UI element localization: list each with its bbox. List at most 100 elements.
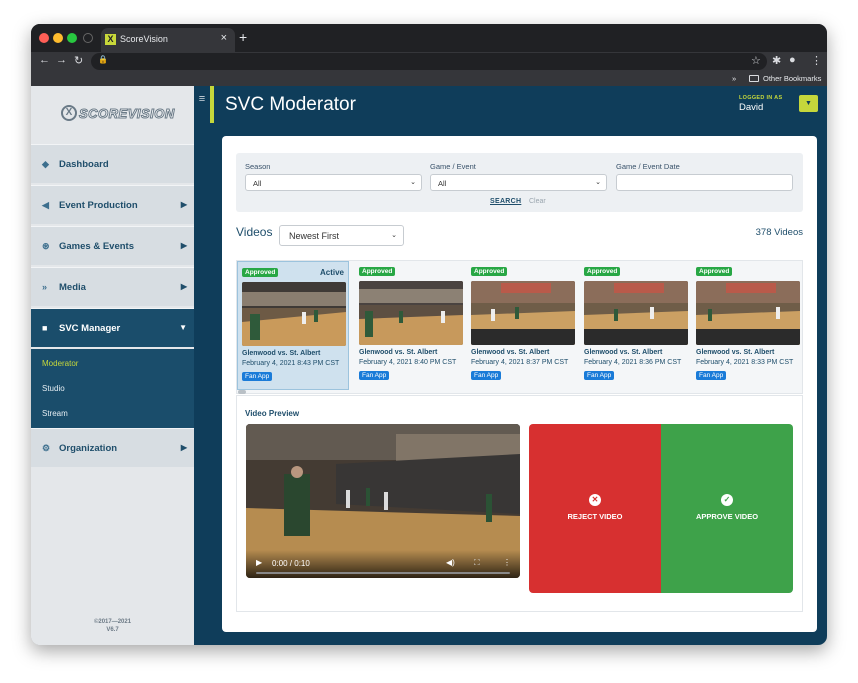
video-date: February 4, 2021 8:33 PM CST (696, 359, 794, 366)
reject-video-button[interactable]: ✕ REJECT VIDEO (529, 424, 661, 593)
forward-icon[interactable]: → (56, 54, 67, 66)
submenu-item-stream[interactable]: Stream (42, 409, 68, 418)
caret-right-icon: ▶ (180, 200, 187, 209)
extensions-icon[interactable]: ✱ (772, 54, 781, 67)
hamburger-icon[interactable]: ≡ (197, 93, 207, 105)
lock-icon: 🔒 (98, 55, 108, 64)
logo-text: SCOREVISION (79, 106, 175, 122)
browser-window: X ScoreVision × + ← → ↻ 🔒 ☆ ✱ ● ⋮ » Othe… (31, 24, 827, 645)
scorevision-favicon-icon: X (105, 34, 116, 45)
copyright-years: ©2017—2021 (93, 619, 132, 625)
video-date: February 4, 2021 8:43 PM CST (242, 360, 340, 367)
submenu-item-moderator[interactable]: Moderator (42, 359, 78, 368)
more-options-icon[interactable]: ⋮ (503, 558, 511, 567)
copyright: ©2017—2021 V6.7 (31, 618, 194, 634)
reload-icon[interactable]: ↻ (74, 54, 83, 67)
address-bar[interactable]: 🔒 (91, 53, 767, 70)
active-label: Active (319, 268, 344, 277)
video-preview-label: Video Preview (245, 409, 300, 418)
tab-close-icon[interactable]: × (221, 32, 227, 44)
source-badge: Fan App (242, 372, 273, 381)
version: V6.7 (106, 627, 119, 633)
horizontal-scrollbar[interactable] (238, 390, 246, 394)
video-controls: ▶ 0:00 / 0:10 ◀) ⛶ ⋮ (246, 550, 520, 578)
sidebar-item-games-events[interactable]: ⊛ Games & Events ▶ (31, 226, 194, 265)
caret-down-icon: ▼ (179, 323, 187, 332)
video-thumbnail-card[interactable]: Approved Glenwood vs. St. Albert Februar… (355, 261, 467, 390)
sidebar-item-event-production[interactable]: ◀ Event Production ▶ (31, 185, 194, 224)
sidebar-item-label: Games & Events (59, 241, 134, 252)
sidebar-item-dashboard[interactable]: ◆ Dashboard (31, 144, 194, 183)
clear-link[interactable]: Clear (529, 198, 546, 205)
video-thumbnail-card[interactable]: Approved Glenwood vs. St. Albert Februar… (580, 261, 692, 390)
svc-submenu: Moderator Studio Stream (31, 349, 194, 428)
video-progress-bar[interactable] (256, 572, 510, 574)
sidebar-item-label: SVC Manager (59, 323, 121, 334)
video-title: Glenwood vs. St. Albert (584, 349, 663, 356)
video-title: Glenwood vs. St. Albert (696, 349, 775, 356)
ball-icon: ⊛ (42, 241, 50, 251)
minimize-window-button[interactable] (53, 33, 63, 43)
fullscreen-icon[interactable]: ⛶ (474, 558, 480, 568)
season-select-value: All (253, 179, 262, 188)
dashboard-icon: ◆ (42, 159, 49, 169)
bookmarks-overflow-icon[interactable]: » (732, 74, 736, 83)
video-thumbnail-card[interactable]: Approved Active Glenwood vs. St. Albert … (237, 261, 349, 390)
folder-icon (749, 75, 759, 82)
tab-title: ScoreVision (120, 34, 168, 44)
video-thumbnail-strip: Approved Active Glenwood vs. St. Albert … (236, 260, 803, 394)
volume-icon[interactable]: ◀) (446, 558, 455, 567)
source-badge: Fan App (359, 371, 390, 380)
video-thumbnail-card[interactable]: Approved Glenwood vs. St. Albert Februar… (467, 261, 579, 390)
sidebar: X SCOREVISION ◆ Dashboard ◀ Event Produc… (31, 86, 194, 645)
moderator-card: Season All ⌄ Game / Event All ⌄ Game / E… (222, 136, 817, 632)
sidebar-item-organization[interactable]: ⚙ Organization ▶ (31, 428, 194, 467)
sidebar-item-media[interactable]: » Media ▶ (31, 267, 194, 306)
media-icon: » (42, 282, 48, 292)
video-player[interactable]: ▶ 0:00 / 0:10 ◀) ⛶ ⋮ (246, 424, 520, 578)
video-thumbnail-card[interactable]: Approved Glenwood vs. St. Albert Februar… (692, 261, 804, 390)
sidebar-item-svc-manager[interactable]: ■ SVC Manager ▼ (31, 308, 194, 347)
profile-icon[interactable]: ● (789, 54, 796, 66)
submenu-item-studio[interactable]: Studio (42, 384, 65, 393)
season-select[interactable]: All ⌄ (245, 174, 422, 191)
date-input[interactable] (616, 174, 793, 191)
play-icon[interactable]: ▶ (256, 558, 262, 567)
video-title: Glenwood vs. St. Albert (242, 350, 321, 357)
close-window-button[interactable] (39, 33, 49, 43)
browser-tab[interactable]: X ScoreVision × (101, 28, 235, 52)
date-label: Game / Event Date (616, 162, 680, 171)
status-badge: Approved (471, 267, 508, 276)
video-count: 378 Videos (755, 227, 803, 238)
status-badge: Approved (359, 267, 396, 276)
sort-select[interactable]: Newest First ⌄ (279, 225, 404, 246)
new-tab-button[interactable]: + (239, 29, 247, 45)
bookmark-star-icon[interactable]: ☆ (751, 54, 761, 67)
caret-right-icon: ▶ (180, 443, 187, 452)
megaphone-icon: ◀ (42, 200, 49, 210)
approve-video-label: APPROVE VIDEO (695, 512, 759, 521)
user-menu-button[interactable]: ▼ (799, 95, 818, 112)
logo-mark-icon: X (61, 105, 77, 121)
event-select-value: All (438, 179, 447, 188)
approve-video-button[interactable]: ✓ APPROVE VIDEO (661, 424, 793, 593)
filter-panel: Season All ⌄ Game / Event All ⌄ Game / E… (236, 153, 803, 212)
other-bookmarks-link[interactable]: Other Bookmarks (763, 74, 821, 83)
browser-menu-icon[interactable]: ⋮ (811, 54, 822, 67)
search-link[interactable]: SEARCH (490, 198, 521, 205)
maximize-window-button[interactable] (67, 33, 77, 43)
video-title: Glenwood vs. St. Albert (359, 349, 438, 356)
check-circle-icon: ✓ (721, 494, 733, 506)
sidebar-item-label: Event Production (59, 200, 138, 211)
app: X SCOREVISION ◆ Dashboard ◀ Event Produc… (31, 86, 827, 645)
page-title: SVC Moderator (225, 94, 356, 115)
tab-bar: X ScoreVision × + (31, 24, 827, 52)
source-badge: Fan App (584, 371, 615, 380)
caret-right-icon: ▶ (180, 282, 187, 291)
back-icon[interactable]: ← (39, 54, 50, 66)
video-thumbnail-image (471, 281, 575, 345)
sidebar-item-label: Media (59, 282, 86, 293)
event-select[interactable]: All ⌄ (430, 174, 607, 191)
sort-select-value: Newest First (289, 231, 340, 241)
caret-right-icon: ▶ (180, 241, 187, 250)
